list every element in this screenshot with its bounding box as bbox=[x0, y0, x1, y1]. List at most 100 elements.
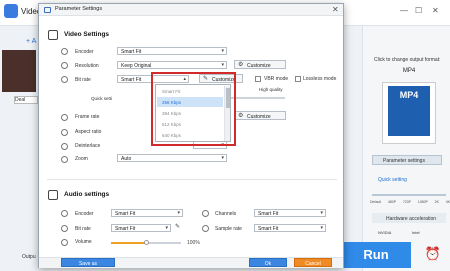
audio-settings-title: Audio settings bbox=[64, 191, 110, 198]
gear-icon: ⚙ bbox=[238, 113, 244, 119]
maximize-icon[interactable]: ☐ bbox=[415, 6, 422, 15]
dialog-titlebar: Parameter Settings ✕ bbox=[39, 4, 343, 16]
volume-icon bbox=[61, 239, 68, 246]
video-settings-title: Video Settings bbox=[64, 31, 110, 38]
chevron-down-icon: ▾ bbox=[320, 225, 323, 231]
deinterlace-label: Deinterlace bbox=[75, 143, 101, 149]
audio-encoder-label: Encoder bbox=[75, 211, 94, 217]
video-encoder-label: Encoder bbox=[75, 49, 94, 55]
zoom-label: Zoom bbox=[75, 156, 88, 162]
audio-encoder-select[interactable]: Smart Fit ▾ bbox=[111, 209, 183, 217]
quick-setting-label: Quick setting bbox=[378, 177, 407, 183]
output-folder-label: Outpu bbox=[22, 254, 36, 260]
zoom-icon bbox=[61, 156, 68, 163]
audio-bitrate-label: Bit rate bbox=[75, 226, 91, 232]
channels-icon bbox=[202, 210, 209, 217]
quality-label-1080p: 1080P bbox=[417, 200, 428, 204]
audio-encoder-value: Smart Fit bbox=[115, 211, 136, 217]
output-format-name[interactable]: MP4 bbox=[384, 68, 434, 78]
vbr-mode-checkbox[interactable] bbox=[255, 76, 261, 82]
resolution-customize-button[interactable]: ⚙ Customize bbox=[234, 60, 286, 69]
channels-select[interactable]: Smart Fit ▾ bbox=[254, 209, 326, 217]
zoom-select[interactable]: Auto ▾ bbox=[117, 154, 227, 162]
output-format-hint: Click to change output format: bbox=[374, 57, 441, 63]
parameter-settings-button[interactable]: Parameter settings bbox=[372, 155, 442, 165]
audio-bitrate-select[interactable]: Smart Fit ▾ bbox=[111, 224, 171, 232]
quality-label-480p: 480P bbox=[387, 200, 397, 204]
volume-slider-knob[interactable] bbox=[144, 240, 149, 245]
quality-label-4k: 4K bbox=[445, 200, 450, 204]
channels-label: Channels bbox=[215, 211, 237, 217]
audio-settings-icon bbox=[48, 190, 58, 200]
sample-rate-select[interactable]: Smart Fit ▾ bbox=[254, 224, 326, 232]
sample-rate-label: Sample rate bbox=[215, 226, 242, 232]
audio-bitrate-value: Smart Fit bbox=[115, 226, 136, 232]
deinterlace-icon bbox=[61, 143, 68, 150]
volume-label: Volume bbox=[75, 239, 92, 245]
video-settings-icon bbox=[48, 30, 58, 40]
chevron-down-icon: ▾ bbox=[221, 155, 224, 161]
customize-label: Customize bbox=[247, 62, 271, 69]
video-bitrate-label: Bit rate bbox=[75, 77, 91, 83]
hardware-acceleration-toggle[interactable]: Hardware acceleration bbox=[372, 213, 446, 223]
audio-bitrate-icon bbox=[61, 225, 68, 232]
chevron-down-icon: ▾ bbox=[177, 210, 180, 216]
annotation-highlight-box bbox=[151, 72, 236, 146]
quality-slider[interactable] bbox=[372, 194, 446, 196]
save-as-button[interactable]: Save as bbox=[61, 258, 115, 267]
quick-setting-label: Quick setti bbox=[91, 96, 113, 101]
nvidia-label: NVIDIA bbox=[378, 230, 392, 235]
quality-label-default: Default bbox=[370, 200, 382, 204]
add-files-button[interactable]: + A bbox=[26, 38, 36, 45]
sample-rate-value: Smart Fit bbox=[258, 226, 279, 232]
volume-percent: 100% bbox=[187, 240, 200, 246]
framerate-label: Frame rate bbox=[75, 114, 100, 120]
vbr-mode-label: VBR mode bbox=[264, 76, 289, 82]
app-logo-icon bbox=[4, 4, 18, 18]
intel-label: Intel bbox=[412, 230, 420, 235]
aspect-ratio-label: Aspect ratio bbox=[75, 129, 102, 135]
encoder-icon bbox=[61, 48, 68, 55]
video-encoder-value: Smart Fit bbox=[121, 49, 142, 55]
resolution-value: Keep Original bbox=[121, 63, 152, 69]
parameter-settings-dialog: Parameter Settings ✕ Video Settings Enco… bbox=[38, 3, 344, 268]
gear-icon: ⚙ bbox=[238, 62, 244, 68]
video-thumbnail[interactable] bbox=[2, 50, 36, 92]
settings-window-icon bbox=[44, 7, 51, 13]
bitrate-icon bbox=[61, 76, 68, 83]
volume-slider-fill bbox=[111, 242, 146, 244]
lossless-mode-label: Lossless mode bbox=[303, 76, 337, 82]
quality-label-720p: 720P bbox=[402, 200, 411, 204]
aspect-ratio-icon bbox=[61, 129, 68, 136]
high-quality-label: High quality bbox=[259, 87, 283, 92]
quality-labels: Default 480P 720P 1080P 2K 4K bbox=[370, 200, 450, 204]
dialog-title: Parameter Settings bbox=[55, 6, 103, 12]
alarm-clock-icon[interactable]: ⏰ bbox=[422, 246, 444, 266]
resolution-icon bbox=[61, 62, 68, 69]
resolution-select[interactable]: Keep Original ▾ bbox=[117, 61, 227, 69]
close-app-icon[interactable]: ✕ bbox=[432, 6, 439, 15]
chevron-down-icon: ▾ bbox=[165, 225, 168, 231]
edit-icon[interactable]: ✎ bbox=[175, 223, 180, 230]
gpu-options: NVIDIA Intel bbox=[372, 228, 446, 238]
video-encoder-select[interactable]: Smart Fit ▾ bbox=[117, 47, 227, 55]
channels-value: Smart Fit bbox=[258, 211, 279, 217]
chevron-down-icon: ▾ bbox=[221, 62, 224, 68]
video-bitrate-value: Smart Fit bbox=[121, 77, 142, 83]
mp4-format-icon[interactable]: MP4 bbox=[388, 86, 430, 136]
lossless-mode-checkbox[interactable] bbox=[295, 76, 301, 82]
customize-label: Customize bbox=[247, 113, 271, 120]
thumbnail-label: Deal bbox=[14, 96, 38, 104]
run-button[interactable]: Run bbox=[341, 242, 411, 268]
ok-button[interactable]: Ok bbox=[249, 258, 287, 267]
zoom-value: Auto bbox=[121, 156, 132, 162]
close-icon[interactable]: ✕ bbox=[332, 5, 339, 14]
section-divider bbox=[47, 179, 337, 180]
cancel-button[interactable]: Cancel bbox=[294, 258, 332, 267]
resolution-label: Resolution bbox=[75, 63, 99, 69]
framerate-customize-button[interactable]: ⚙ Customize bbox=[234, 111, 286, 120]
chevron-down-icon: ▾ bbox=[320, 210, 323, 216]
sample-rate-icon bbox=[202, 225, 209, 232]
audio-encoder-icon bbox=[61, 210, 68, 217]
minimize-icon[interactable]: — bbox=[400, 6, 408, 15]
